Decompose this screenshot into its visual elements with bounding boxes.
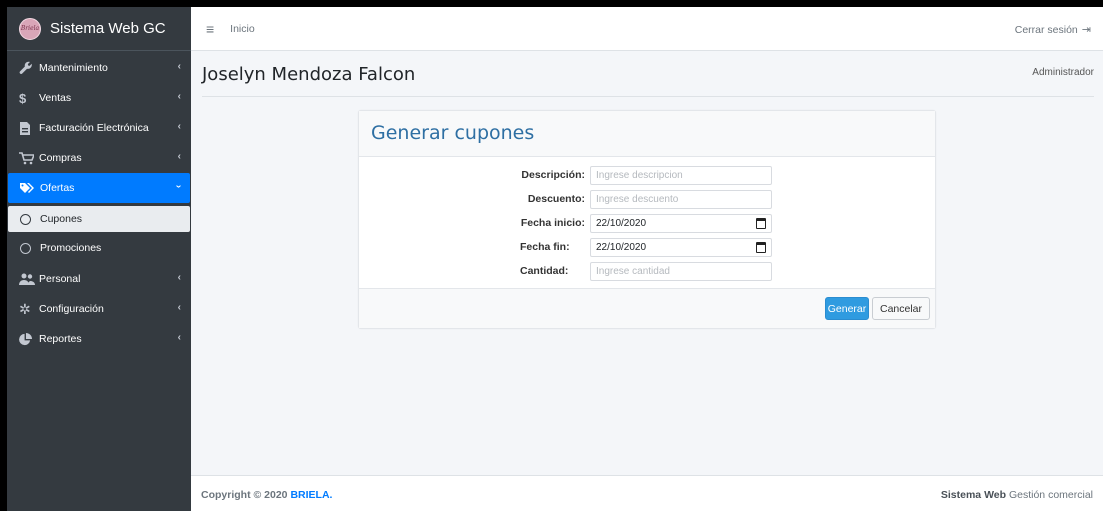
gear-icon: ✲ (19, 300, 31, 317)
descripcion-placeholder: Ingrese descripcion (596, 170, 683, 181)
chevron-left-icon: ‹ (177, 151, 181, 162)
chevron-left-icon: ‹ (177, 302, 181, 313)
users-icon (19, 273, 39, 285)
calendar-icon[interactable] (756, 218, 766, 229)
sidebar: Briela Sistema Web GC Mantenimiento ‹ $ … (7, 7, 191, 511)
main-content: ≡ Inicio Cerrar sesión ⇥ Joselyn Mendoza… (191, 7, 1103, 511)
brand-logo: Briela (19, 17, 41, 40)
user-role: Administrador (1032, 67, 1094, 78)
chevron-left-icon: ‹ (177, 332, 181, 343)
sidebar-item-label: Personal (39, 273, 81, 285)
fecha-inicio-input[interactable]: 22/10/2020 (590, 214, 772, 233)
sidebar-item-label: Ventas (39, 92, 72, 104)
top-navbar: ≡ Inicio Cerrar sesión ⇥ (191, 7, 1103, 51)
card-footer: Generar Cancelar (359, 288, 935, 328)
sidebar-nav: Mantenimiento ‹ $ Ventas ‹ Facturación E… (7, 51, 191, 354)
form-row-cantidad: Cantidad: Ingrese cantidad (359, 262, 935, 282)
dollar-icon: $ (19, 90, 27, 106)
descuento-input[interactable]: Ingrese descuento (590, 190, 772, 209)
brand-title: Sistema Web GC (50, 20, 166, 37)
sidebar-item-label: Configuración (39, 303, 104, 315)
descripcion-input[interactable]: Ingrese descripcion (590, 166, 772, 185)
form-row-fecha-fin: Fecha fin: 22/10/2020 (359, 238, 935, 258)
cancel-button[interactable]: Cancelar (872, 297, 930, 320)
sidebar-item-label: Mantenimiento (39, 62, 108, 74)
sidebar-subitem-cupones[interactable]: Cupones (8, 206, 190, 232)
fecha-fin-input[interactable]: 22/10/2020 (590, 238, 772, 257)
form-row-descripcion: Descripción: Ingrese descripcion (359, 166, 935, 186)
sidebar-item-label: Reportes (39, 333, 82, 345)
menu-toggle-icon[interactable]: ≡ (206, 21, 214, 37)
copyright: Copyright © 2020 BRIELA. (201, 489, 332, 501)
sidebar-item-configuracion[interactable]: ✲ Configuración ‹ (7, 294, 191, 324)
chevron-left-icon: ‹ (177, 272, 181, 283)
sidebar-item-reportes[interactable]: Reportes ‹ (7, 324, 191, 354)
sidebar-item-personal[interactable]: Personal ‹ (7, 264, 191, 294)
fecha-inicio-value: 22/10/2020 (596, 218, 647, 229)
sign-out-icon: ⇥ (1081, 24, 1091, 36)
sidebar-item-compras[interactable]: Compras ‹ (7, 143, 191, 173)
calendar-icon[interactable] (756, 242, 766, 253)
circle-icon (20, 213, 31, 225)
generate-button[interactable]: Generar (825, 297, 869, 320)
chevron-down-icon: ‹ (172, 184, 184, 189)
cantidad-placeholder: Ingrese cantidad (596, 266, 670, 277)
brand-logo-text: Briela (20, 25, 40, 32)
form-row-descuento: Descuento: Ingrese descuento (359, 190, 935, 210)
sidebar-item-ofertas[interactable]: Ofertas ‹ (8, 173, 190, 203)
sidebar-subitem-promociones[interactable]: Promociones (8, 235, 190, 261)
chevron-left-icon: ‹ (177, 91, 181, 102)
page-footer: Copyright © 2020 BRIELA. Sistema Web Ges… (191, 475, 1103, 511)
copyright-text: Copyright © 2020 (201, 489, 291, 501)
sidebar-item-mantenimiento[interactable]: Mantenimiento ‹ (7, 53, 191, 83)
coupon-form-card: Generar cupones Descripción: Ingrese des… (358, 110, 936, 329)
page-title: Joselyn Mendoza Falcon (202, 64, 416, 85)
fecha-inicio-label: Fecha inicio: (520, 217, 585, 229)
descuento-placeholder: Ingrese descuento (596, 194, 679, 205)
card-title: Generar cupones (371, 122, 535, 144)
home-link[interactable]: Inicio (230, 23, 255, 35)
cart-icon (19, 151, 39, 165)
tags-icon (20, 182, 40, 194)
pie-chart-icon (19, 332, 39, 346)
fecha-fin-label: Fecha fin: (520, 241, 570, 253)
system-name-bold: Sistema Web (940, 489, 1007, 501)
brand[interactable]: Briela Sistema Web GC (7, 7, 191, 51)
wrench-icon (19, 61, 39, 75)
form-row-fecha-inicio: Fecha inicio: 22/10/2020 (359, 214, 935, 234)
chevron-left-icon: ‹ (177, 61, 181, 72)
logout-label: Cerrar sesión (1014, 23, 1078, 36)
chevron-left-icon: ‹ (177, 121, 181, 132)
page-header: Joselyn Mendoza Falcon Administrador (202, 61, 1094, 97)
sidebar-item-ventas[interactable]: $ Ventas ‹ (7, 83, 191, 113)
descuento-label: Descuento: (527, 193, 585, 205)
sidebar-subitem-label: Promociones (40, 242, 102, 254)
file-invoice-icon (19, 121, 39, 135)
system-name: Sistema Web Gestión comercial (941, 489, 1093, 501)
sidebar-item-label: Ofertas (40, 182, 75, 194)
sidebar-item-label: Compras (39, 152, 82, 164)
cantidad-input[interactable]: Ingrese cantidad (590, 262, 772, 281)
fecha-fin-value: 22/10/2020 (596, 242, 647, 253)
sidebar-subitem-label: Cupones (40, 213, 83, 225)
system-name-rest: Gestión comercial (1006, 489, 1093, 501)
sidebar-item-facturacion[interactable]: Facturación Electrónica ‹ (7, 113, 191, 143)
descripcion-label: Descripción: (521, 169, 585, 181)
brand-link[interactable]: BRIELA. (290, 489, 332, 501)
circle-icon (20, 242, 31, 254)
sidebar-item-label: Facturación Electrónica (39, 122, 149, 134)
cantidad-label: Cantidad: (520, 265, 569, 277)
card-header: Generar cupones (359, 111, 935, 157)
logout-link[interactable]: Cerrar sesión ⇥ (1014, 23, 1091, 37)
